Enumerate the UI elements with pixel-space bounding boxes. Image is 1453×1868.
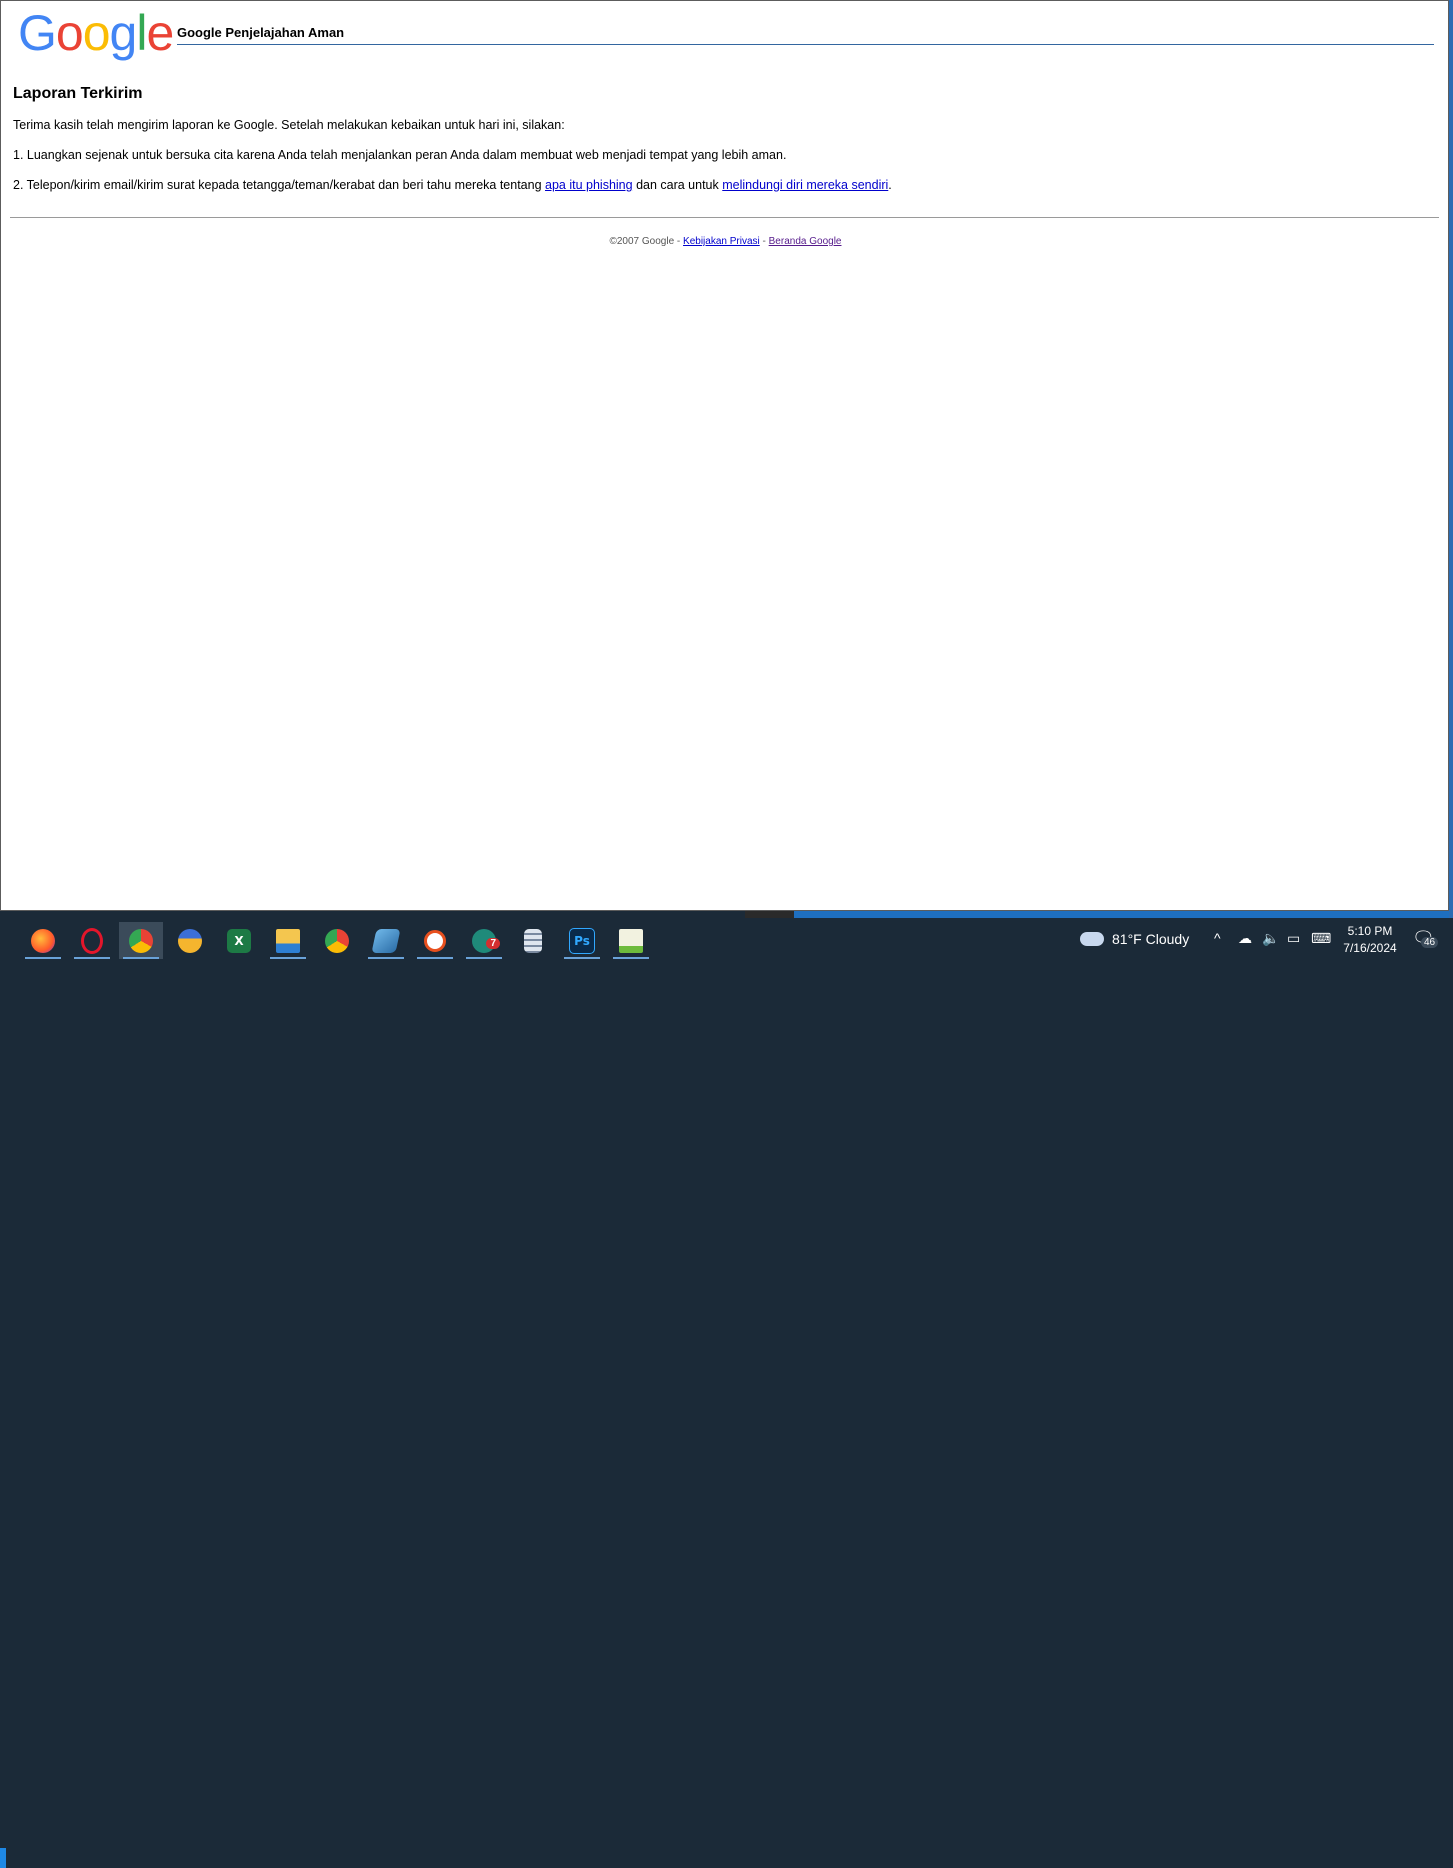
page-footer: ©2007 Google - Kebijakan Privasi - Beran… (1, 236, 1448, 247)
footer-divider (10, 217, 1439, 218)
folder-icon (276, 928, 300, 953)
opera-icon (81, 927, 103, 954)
page-brand-title: Google Penjelajahan Aman (177, 25, 1434, 45)
keyboard-icon[interactable]: ⌨ (1311, 930, 1331, 947)
page-header: Google Google Penjelajahan Aman (1, 1, 1448, 61)
taskbar-app-chrome-2[interactable] (315, 922, 359, 959)
network-icon[interactable]: ▭ (1287, 930, 1300, 947)
system-clock[interactable]: 5:10 PM 7/16/2024 (1338, 923, 1402, 957)
weather-widget[interactable]: 81°F Cloudy (1080, 918, 1189, 959)
weather-text: 81°F Cloudy (1112, 930, 1190, 947)
protect-yourself-link[interactable]: melindungi diri mereka sendiri (722, 178, 888, 192)
chrome-icon (129, 928, 153, 953)
intro-text: Terima kasih telah mengirim laporan ke G… (13, 118, 565, 132)
taskbar-app-support[interactable]: 7 (462, 922, 506, 959)
taskbar-app-notepad-plus[interactable] (609, 922, 653, 959)
logo-letter: o (55, 5, 84, 61)
cloud-sync-icon[interactable]: ☁ (1238, 930, 1252, 947)
excel-icon: X (227, 928, 251, 953)
taskbar: X 7 Ps 81°F Cloudy ^ ☁ 🔈 ▭ ⌨ 5:10 PM 7/1… (0, 918, 1453, 1868)
logo-letter: G (18, 5, 57, 61)
logo-letter: e (146, 5, 174, 61)
notification-center-button[interactable]: 🗨 46 (1412, 928, 1439, 950)
page-title: Laporan Terkirim (13, 85, 143, 102)
photoshop-icon: Ps (569, 927, 595, 954)
clock-time: 5:10 PM (1347, 924, 1393, 938)
logo-letter: l (136, 5, 147, 61)
logo-letter: g (109, 5, 138, 61)
taskbar-app-chrome[interactable] (119, 922, 163, 959)
firefox-icon (31, 928, 55, 953)
chat-icon (424, 929, 446, 952)
clock-date: 7/16/2024 (1343, 941, 1397, 955)
speaker-icon[interactable]: 🔈 (1262, 930, 1279, 947)
calculator-icon (524, 928, 542, 953)
taskbar-app-opera[interactable] (70, 922, 114, 959)
taskbar-app-file-explorer[interactable] (266, 922, 310, 959)
footer-separator: - (759, 236, 769, 247)
notepad-icon (371, 928, 401, 953)
notification-count: 46 (1421, 937, 1439, 948)
chrome-icon (325, 928, 349, 953)
taskbar-app-excel[interactable]: X (217, 922, 261, 959)
step-2-suffix: . (888, 178, 892, 192)
browser-viewport: Google Google Penjelajahan Aman Laporan … (0, 0, 1449, 911)
step-2-middle: dan cara untuk (632, 178, 723, 192)
notification-badge: 7 (486, 938, 500, 949)
desktop-background-edge (1449, 0, 1453, 918)
what-is-phishing-link[interactable]: apa itu phishing (545, 178, 633, 192)
main-content: Laporan Terkirim Terima kasih telah meng… (13, 85, 1433, 207)
desktop-background (794, 911, 1453, 918)
copyright-text: ©2007 Google - (609, 236, 684, 247)
notepad-plus-icon (619, 928, 643, 953)
logo-letter: o (82, 5, 111, 61)
privacy-policy-link[interactable]: Kebijakan Privasi (683, 236, 760, 247)
taskbar-app-photoshop[interactable]: Ps (560, 922, 604, 959)
step-2-text: 2. Telepon/kirim email/kirim surat kepad… (13, 177, 1433, 193)
google-home-link[interactable]: Beranda Google (769, 236, 842, 247)
start-edge[interactable] (0, 1848, 6, 1868)
taskbar-app-notepad-blue[interactable] (364, 922, 408, 959)
taskbar-app-medal[interactable] (168, 922, 212, 959)
medal-icon (178, 928, 202, 953)
step-1-text: 1. Luangkan sejenak untuk bersuka cita k… (13, 148, 787, 162)
window-edge (745, 911, 794, 918)
google-logo[interactable]: Google (18, 3, 174, 63)
taskbar-app-chat[interactable] (413, 922, 457, 959)
taskbar-app-firefox[interactable] (21, 922, 65, 959)
taskbar-app-calculator[interactable] (511, 922, 555, 959)
step-2-prefix: 2. Telepon/kirim email/kirim surat kepad… (13, 178, 546, 192)
cloud-icon (1080, 931, 1104, 946)
chevron-up-icon[interactable]: ^ (1214, 930, 1221, 946)
